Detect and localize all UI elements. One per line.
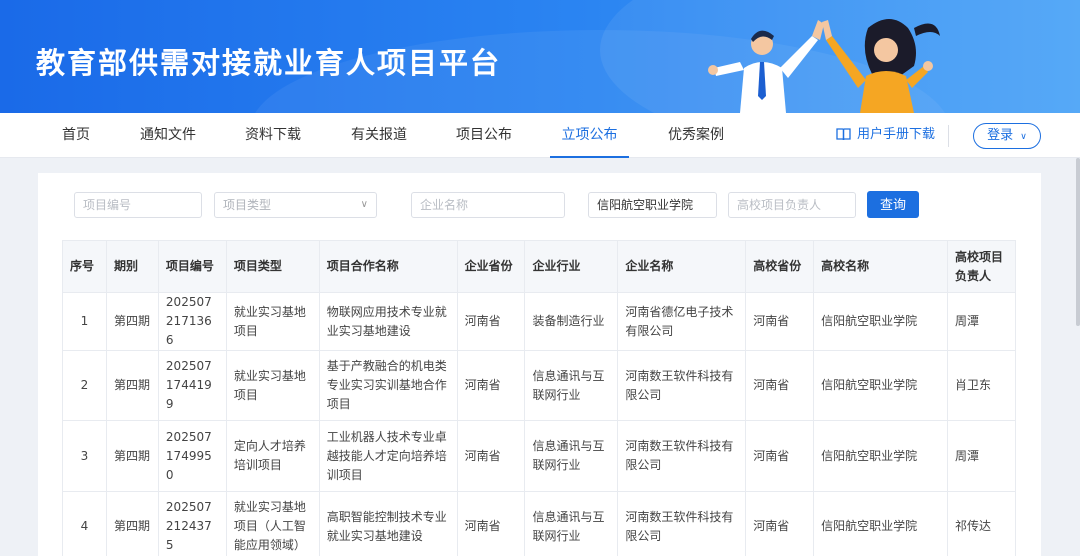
cell-period: 第四期	[105, 491, 159, 556]
school-name-input[interactable]	[597, 193, 716, 216]
cell-project-no: 2025071749950	[157, 420, 227, 492]
col-header-company-name: 企业名称	[617, 240, 747, 293]
cell-period: 第四期	[105, 420, 159, 492]
table-header-row: 序号 期别 项目编号 项目类型 项目合作名称 企业省份 企业行业 企业名称 高校…	[62, 240, 1017, 293]
company-name-input[interactable]	[420, 194, 564, 216]
cell-project-no: 2025072171366	[157, 292, 227, 351]
table-row: 4 第四期 2025072124375 就业实习基地项目（人工智能应用领域） 高…	[62, 491, 1017, 556]
cell-company-name: 河南数王软件科技有限公司	[617, 420, 747, 492]
project-type-select[interactable]: 项目类型 ∨	[214, 192, 377, 218]
nav-cases[interactable]: 优秀案例	[664, 113, 728, 158]
high-five-illustration	[708, 19, 940, 113]
cell-period: 第四期	[105, 350, 159, 421]
cell-project-type: 就业实习基地项目	[225, 350, 320, 421]
table-row: 2 第四期 2025071744199 就业实习基地项目 基于产教融合的机电类专…	[62, 350, 1017, 421]
cell-project-name: 物联网应用技术专业就业实习基地建设	[318, 292, 458, 351]
cell-project-type: 就业实习基地项目（人工智能应用领域）	[225, 491, 320, 556]
cell-project-type: 就业实习基地项目	[225, 292, 320, 351]
cell-school-province: 河南省	[745, 292, 815, 351]
company-name-field[interactable]	[411, 192, 565, 218]
header-banner: 教育部供需对接就业育人项目平台	[0, 0, 1080, 113]
cell-company-province: 河南省	[456, 420, 526, 492]
col-header-index: 序号	[62, 240, 107, 293]
cell-company-industry: 信息通讯与互联网行业	[524, 420, 619, 492]
cell-period: 第四期	[105, 292, 159, 351]
query-button[interactable]: 查询	[867, 191, 919, 218]
cell-company-industry: 信息通讯与互联网行业	[524, 491, 619, 556]
col-header-project-type: 项目类型	[225, 240, 320, 293]
cell-project-no: 2025072124375	[157, 491, 227, 556]
main-nav: 首页 通知文件 资料下载 有关报道 项目公布 立项公布 优秀案例 用户手册下载 …	[0, 113, 1080, 158]
cell-project-name: 高职智能控制技术专业就业实习基地建设	[318, 491, 458, 556]
nav-downloads[interactable]: 资料下载	[241, 113, 305, 158]
login-button[interactable]: 登录 ∨	[973, 123, 1041, 149]
cell-school-province: 河南省	[745, 420, 815, 492]
book-icon	[836, 128, 851, 141]
school-lead-input[interactable]	[737, 194, 855, 216]
cell-school-name: 信阳航空职业学院	[813, 420, 948, 492]
cell-company-name: 河南数王软件科技有限公司	[617, 350, 747, 421]
approval-table: 序号 期别 项目编号 项目类型 项目合作名称 企业省份 企业行业 企业名称 高校…	[62, 240, 1017, 556]
cell-school-province: 河南省	[745, 491, 815, 556]
project-no-input[interactable]	[83, 194, 201, 216]
col-header-company-industry: 企业行业	[524, 240, 619, 293]
login-label: 登录	[987, 128, 1014, 143]
cell-project-name: 工业机器人技术专业卓越技能人才定向培养培训项目	[318, 420, 458, 492]
school-name-field[interactable]	[588, 192, 717, 218]
cell-school-province: 河南省	[745, 350, 815, 421]
col-header-school-name: 高校名称	[813, 240, 948, 293]
chevron-down-icon: ∨	[1020, 132, 1027, 142]
cell-company-name: 河南省德亿电子技术有限公司	[617, 292, 747, 351]
cell-school-lead: 周潭	[946, 292, 1017, 351]
cell-index: 1	[62, 292, 107, 351]
cell-company-province: 河南省	[456, 491, 526, 556]
site-title: 教育部供需对接就业育人项目平台	[36, 46, 502, 80]
chevron-down-icon: ∨	[360, 199, 368, 210]
cell-company-name: 河南数王软件科技有限公司	[617, 491, 747, 556]
col-header-period: 期别	[105, 240, 159, 293]
nav-divider	[948, 125, 949, 147]
school-lead-field[interactable]	[728, 192, 856, 218]
page-scrollbar[interactable]	[1076, 158, 1080, 326]
col-header-school-province: 高校省份	[745, 240, 815, 293]
cell-company-province: 河南省	[456, 350, 526, 421]
cell-company-industry: 装备制造行业	[524, 292, 619, 351]
cell-school-name: 信阳航空职业学院	[813, 350, 948, 421]
table-row: 3 第四期 2025071749950 定向人才培养培训项目 工业机器人技术专业…	[62, 420, 1017, 492]
nav-project-announce[interactable]: 项目公布	[452, 113, 516, 158]
cell-index: 4	[62, 491, 107, 556]
cell-school-lead: 周潭	[946, 420, 1017, 492]
cell-index: 2	[62, 350, 107, 421]
manual-download-link[interactable]: 用户手册下载	[836, 113, 935, 158]
nav-notices[interactable]: 通知文件	[136, 113, 200, 158]
col-header-project-no: 项目编号	[157, 240, 227, 293]
cell-company-province: 河南省	[456, 292, 526, 351]
col-header-school-lead: 高校项目负责人	[946, 240, 1017, 293]
cell-company-industry: 信息通讯与互联网行业	[524, 350, 619, 421]
cell-project-name: 基于产教融合的机电类专业实习实训基地合作项目	[318, 350, 458, 421]
cell-school-lead: 祁传达	[946, 491, 1017, 556]
cell-school-name: 信阳航空职业学院	[813, 491, 948, 556]
cell-index: 3	[62, 420, 107, 492]
col-header-company-province: 企业省份	[456, 240, 526, 293]
cell-project-no: 2025071744199	[157, 350, 227, 421]
nav-reports[interactable]: 有关报道	[347, 113, 411, 158]
nav-home[interactable]: 首页	[48, 113, 104, 158]
col-header-project-name: 项目合作名称	[318, 240, 458, 293]
cell-school-name: 信阳航空职业学院	[813, 292, 948, 351]
manual-download-label: 用户手册下载	[857, 127, 936, 142]
project-no-field[interactable]	[74, 192, 202, 218]
cell-school-lead: 肖卫东	[946, 350, 1017, 421]
cell-project-type: 定向人才培养培训项目	[225, 420, 320, 492]
table-row: 1 第四期 2025072171366 就业实习基地项目 物联网应用技术专业就业…	[62, 292, 1017, 351]
project-type-placeholder: 项目类型	[223, 198, 272, 212]
nav-approval-announce[interactable]: 立项公布	[550, 113, 629, 158]
